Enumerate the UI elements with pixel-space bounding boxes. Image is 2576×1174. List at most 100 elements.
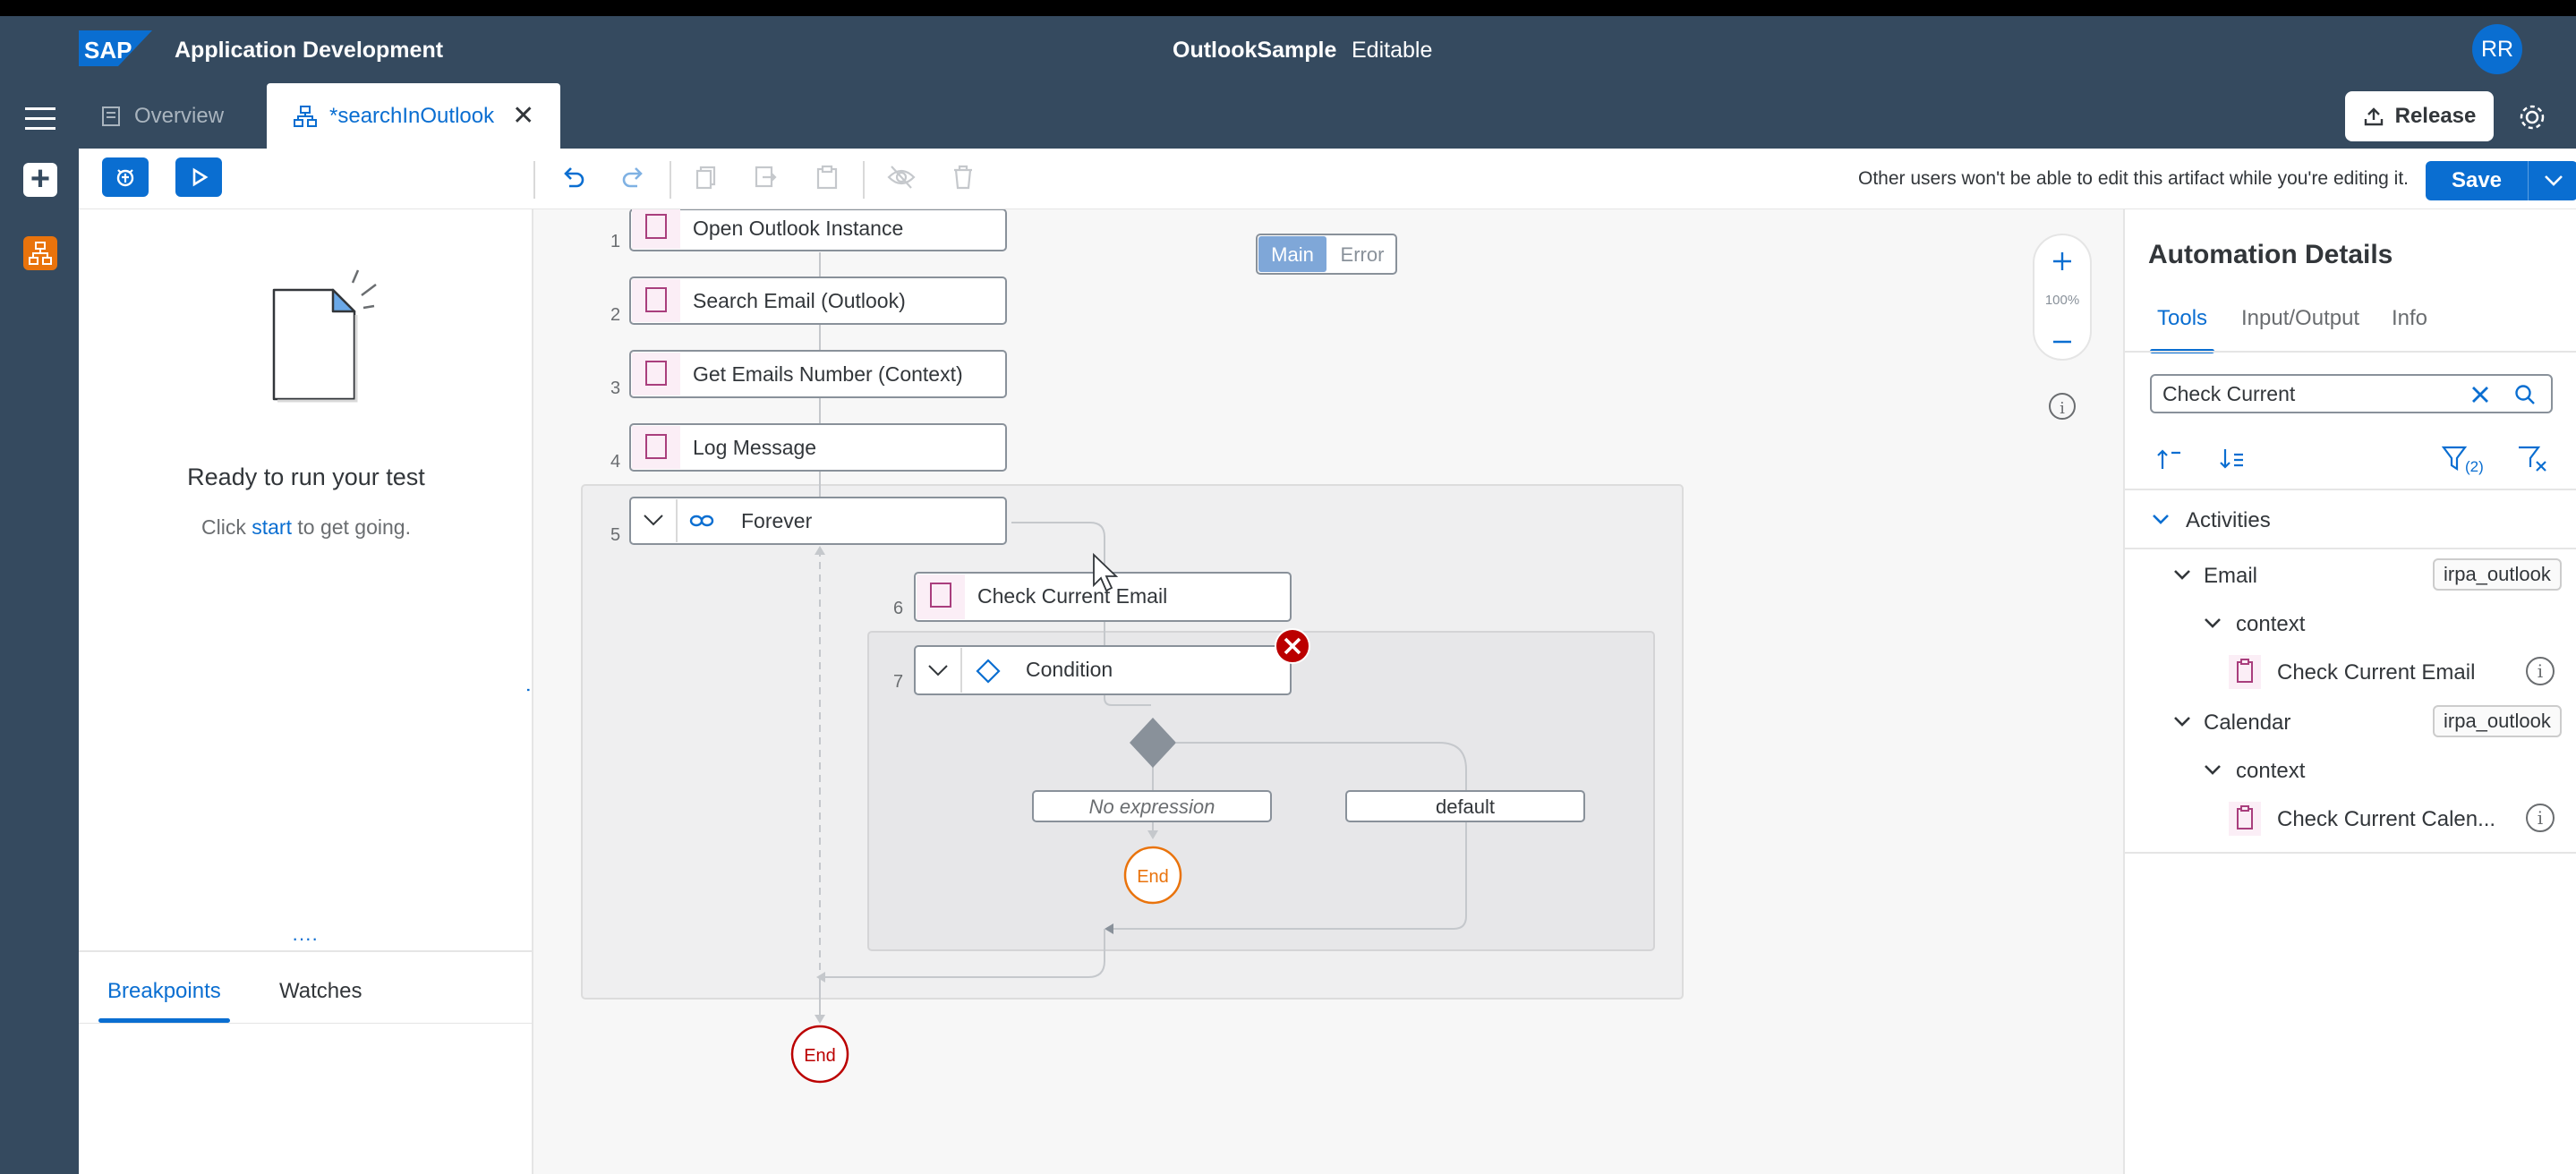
tab-info[interactable]: Info bbox=[2392, 306, 2427, 331]
main-error-toggle[interactable]: Main Error bbox=[1256, 234, 1397, 275]
zoom-level: 100% bbox=[2045, 293, 2079, 308]
delete-icon[interactable] bbox=[949, 163, 977, 191]
tree-item-check-current-calendar[interactable]: Check Current Calen... i bbox=[2125, 795, 2576, 843]
close-tab-icon[interactable]: ✕ bbox=[512, 100, 534, 132]
save-button-label: Save bbox=[2451, 168, 2503, 192]
svg-text:Condition: Condition bbox=[1026, 658, 1113, 681]
project-name: OutlookSample bbox=[1173, 38, 1337, 63]
avatar[interactable]: RR bbox=[2472, 24, 2522, 74]
empty-document-illustration bbox=[272, 269, 377, 403]
tree-label: Check Current Calen... bbox=[2277, 807, 2496, 831]
undo-icon[interactable] bbox=[559, 163, 587, 191]
start-hint-suffix: to get going. bbox=[291, 515, 411, 539]
svg-text:Main: Main bbox=[1271, 243, 1314, 266]
tab-input-output[interactable]: Input/Output bbox=[2241, 306, 2359, 331]
start-link[interactable]: start bbox=[252, 515, 292, 539]
tab-overview[interactable]: Overview bbox=[100, 83, 224, 149]
error-badge-icon[interactable] bbox=[1275, 628, 1310, 664]
svg-text:Open Outlook Instance: Open Outlook Instance bbox=[693, 217, 903, 240]
edit-mode-label: Editable bbox=[1352, 38, 1433, 63]
redo-icon[interactable] bbox=[619, 163, 648, 191]
add-icon[interactable]: + bbox=[23, 162, 57, 197]
forever-loop-block[interactable]: Forever bbox=[629, 497, 1007, 545]
paste-icon[interactable] bbox=[813, 163, 841, 191]
tab-watches[interactable]: Watches bbox=[279, 979, 362, 1004]
tab-search-in-outlook-label: *searchInOutlook bbox=[329, 103, 495, 128]
chevron-down-icon bbox=[2205, 618, 2221, 628]
info-icon[interactable]: i bbox=[2526, 657, 2555, 685]
release-button-label: Release bbox=[2394, 104, 2477, 128]
shell-bar: SAP Application Development OutlookSampl… bbox=[0, 16, 2576, 149]
panel-title: Automation Details bbox=[2148, 240, 2393, 269]
info-icon[interactable]: i bbox=[2526, 804, 2555, 832]
activity-icon-bg bbox=[2229, 655, 2261, 689]
end-node-inner[interactable]: End bbox=[1123, 846, 1182, 905]
release-button[interactable]: Release bbox=[2345, 91, 2494, 141]
svg-text:Check Current Email: Check Current Email bbox=[977, 584, 1167, 608]
branch-no-expression[interactable]: No expression bbox=[1032, 790, 1272, 822]
clipboard-icon bbox=[2237, 659, 2253, 683]
step-number: 7 bbox=[893, 672, 903, 692]
activity-icon-bg bbox=[2229, 802, 2261, 836]
toolbar-divider bbox=[533, 161, 535, 199]
step-number: 3 bbox=[610, 379, 620, 398]
copy-icon[interactable] bbox=[693, 163, 721, 191]
svg-text:Search Email (Outlook): Search Email (Outlook) bbox=[693, 289, 906, 312]
clear-filter-icon[interactable] bbox=[2517, 446, 2547, 472]
automation-details-panel: Automation Details Tools Input/Output In… bbox=[2123, 209, 2576, 1174]
test-panel: Ready to run your test Click start to ge… bbox=[79, 209, 533, 1174]
tree-divider bbox=[2125, 852, 2576, 854]
save-button[interactable]: Save bbox=[2426, 161, 2576, 200]
activity-get-emails-number[interactable]: Get Emails Number (Context) bbox=[629, 350, 1007, 398]
cut-icon[interactable] bbox=[752, 163, 780, 191]
process-nav-icon[interactable] bbox=[23, 236, 57, 270]
condition-block[interactable]: Condition bbox=[914, 645, 1292, 695]
start-hint: Click start to get going. bbox=[79, 515, 533, 540]
panel-resize-handle[interactable]: ···· bbox=[292, 929, 318, 949]
search-icon[interactable] bbox=[2513, 383, 2537, 406]
clear-search-icon[interactable] bbox=[2470, 385, 2490, 404]
tree-activities[interactable]: Activities bbox=[2125, 496, 2576, 544]
svg-text:i: i bbox=[2060, 399, 2065, 418]
disable-visibility-icon[interactable] bbox=[886, 163, 917, 191]
svg-text:Forever: Forever bbox=[741, 509, 813, 532]
sort-ascending-icon[interactable] bbox=[2155, 447, 2184, 471]
run-button[interactable] bbox=[175, 157, 222, 197]
sort-descending-icon[interactable] bbox=[2218, 447, 2247, 471]
svg-text:Get Emails Number (Context): Get Emails Number (Context) bbox=[693, 362, 963, 386]
save-options-chevron-icon[interactable] bbox=[2528, 161, 2576, 200]
svg-text:End: End bbox=[1137, 867, 1169, 887]
step-number: 2 bbox=[610, 305, 620, 325]
activity-open-outlook-instance[interactable]: Open Outlook Instance bbox=[629, 209, 1007, 251]
settings-gear-icon[interactable] bbox=[2517, 102, 2547, 132]
svg-text:SAP: SAP bbox=[84, 37, 132, 64]
tree-label: Check Current Email bbox=[2277, 660, 2476, 685]
play-icon bbox=[192, 167, 209, 187]
tree-context-email[interactable]: context bbox=[2125, 600, 2576, 648]
activity-log-message[interactable]: Log Message bbox=[629, 423, 1007, 472]
tools-search-input[interactable]: Check Current bbox=[2150, 374, 2553, 413]
tree-context-calendar[interactable]: context bbox=[2125, 746, 2576, 795]
svg-text:default: default bbox=[1436, 795, 1495, 818]
tree-group-calendar[interactable]: Calendar irpa_outlook bbox=[2125, 698, 2576, 746]
tab-breakpoints[interactable]: Breakpoints bbox=[98, 979, 230, 1023]
tab-tools[interactable]: Tools bbox=[2149, 306, 2215, 353]
debug-tabs: Breakpoints Watches bbox=[79, 961, 533, 1024]
tree-label: Calendar bbox=[2204, 710, 2291, 735]
chevron-down-icon bbox=[2205, 765, 2221, 775]
end-node-outer[interactable]: End bbox=[790, 1025, 849, 1084]
activity-search-email[interactable]: Search Email (Outlook) bbox=[629, 276, 1007, 325]
tree-item-check-current-email[interactable]: Check Current Email i bbox=[2125, 648, 2576, 696]
step-number: 6 bbox=[893, 599, 903, 618]
debug-icon bbox=[116, 169, 134, 187]
app-title: Application Development bbox=[175, 38, 444, 63]
package-tag: irpa_outlook bbox=[2433, 705, 2562, 737]
menu-icon[interactable] bbox=[25, 107, 55, 132]
flow-canvas[interactable]: 1 2 3 4 5 6 7 Open Outlook Instance Sear… bbox=[533, 209, 2123, 1174]
branch-default[interactable]: default bbox=[1345, 790, 1585, 822]
tab-search-in-outlook[interactable]: *searchInOutlook ✕ bbox=[267, 83, 560, 149]
debug-button[interactable] bbox=[102, 157, 149, 197]
tab-divider bbox=[2125, 351, 2576, 353]
zoom-control: 100% i bbox=[2033, 234, 2092, 420]
tree-group-email[interactable]: Email irpa_outlook bbox=[2125, 551, 2576, 600]
